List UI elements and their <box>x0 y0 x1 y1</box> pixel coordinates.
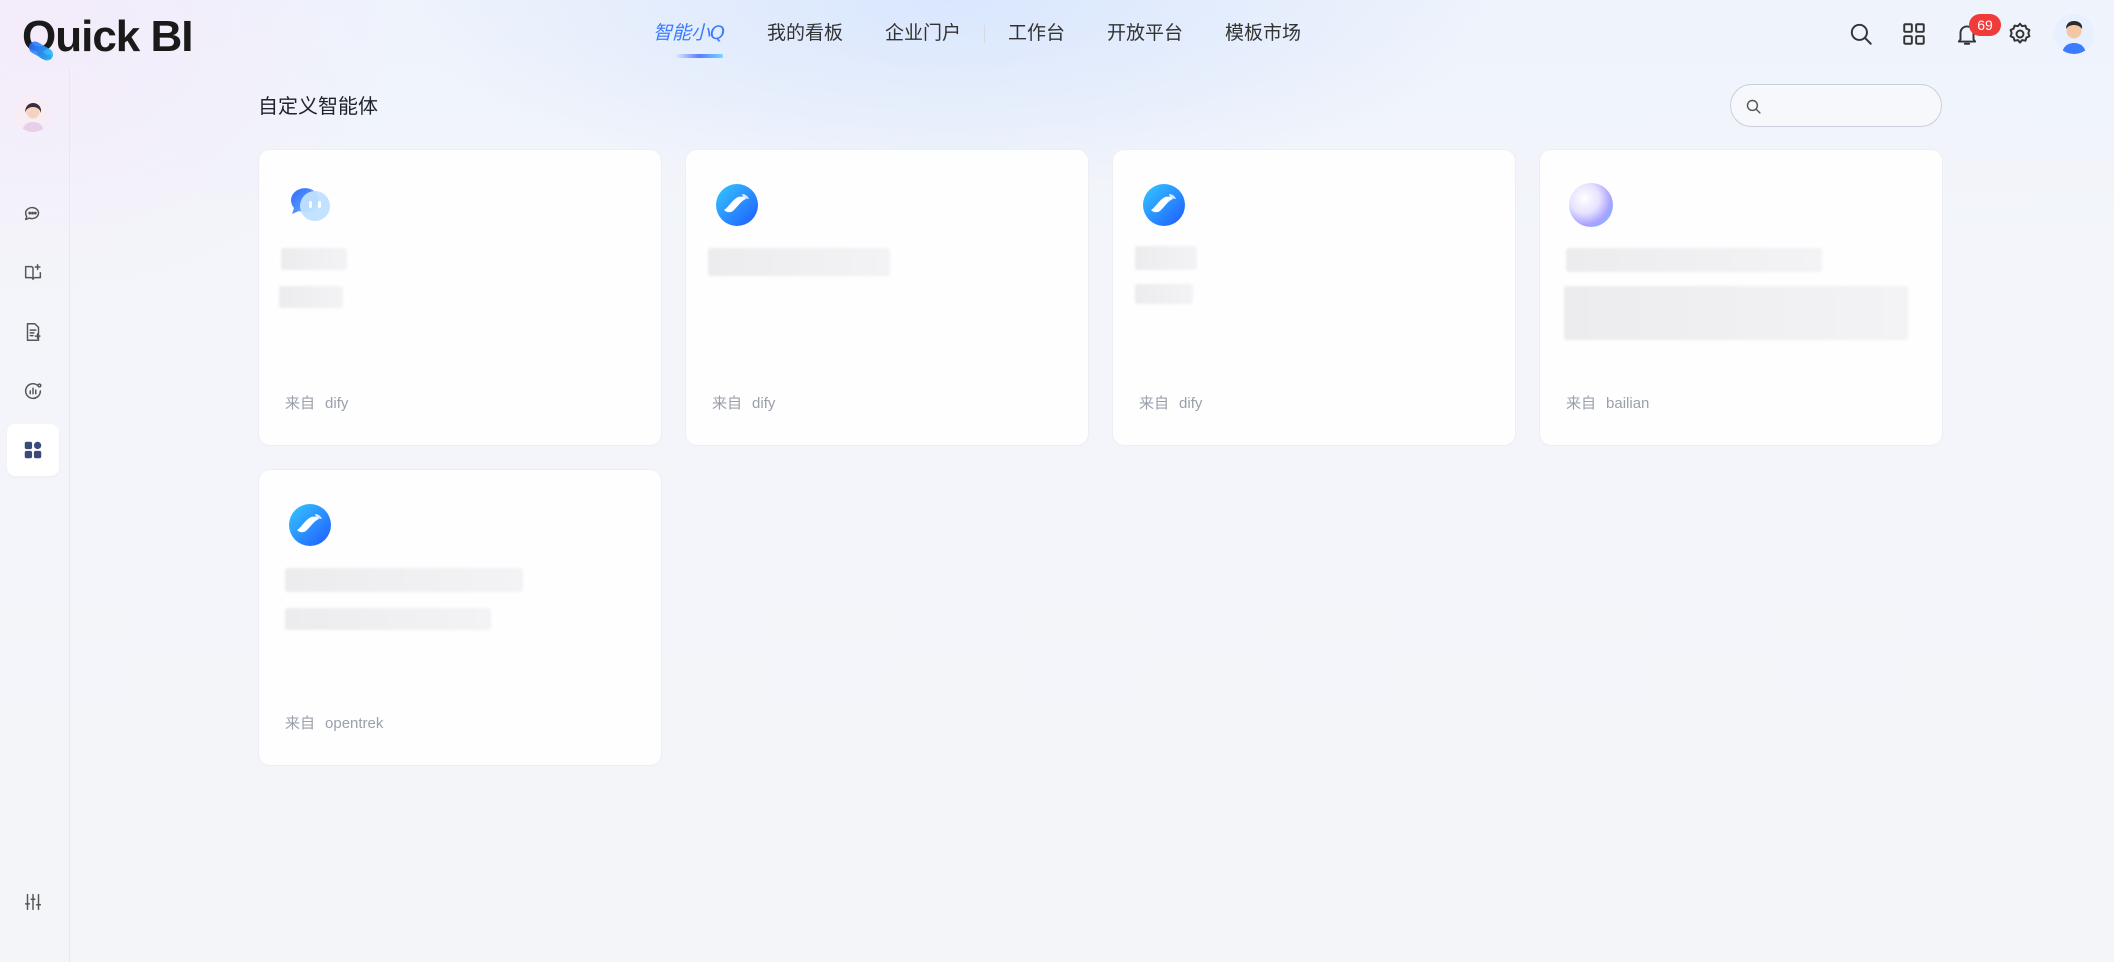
chat-bot-icon <box>285 180 335 230</box>
card-source: 来自 dify <box>1139 395 1203 412</box>
apps-grid-icon[interactable] <box>1896 16 1932 52</box>
sidebar-item-knowledge[interactable] <box>7 247 59 299</box>
card-source: 来自 opentrek <box>285 715 384 732</box>
report-icon <box>26 323 41 341</box>
bell-icon[interactable]: 69 <box>1949 14 2001 52</box>
top-right-icons: 69 <box>1826 14 2094 54</box>
sidebar-item-report[interactable] <box>7 306 59 358</box>
dify-sphere-icon <box>712 180 762 230</box>
book-spark-icon <box>24 264 42 281</box>
nav-item-smart-q[interactable]: 智能小Q <box>632 0 746 68</box>
data-agent-icon <box>25 382 42 400</box>
notification-count-badge: 69 <box>1969 14 2001 36</box>
card-source-name: dify <box>325 395 349 412</box>
sliders-icon <box>24 893 42 911</box>
user-avatar[interactable] <box>2054 14 2094 54</box>
nav-item-workbench[interactable]: 工作台 <box>987 0 1086 68</box>
card-source-name: opentrek <box>325 715 384 732</box>
nav-item-open-platform[interactable]: 开放平台 <box>1086 0 1204 68</box>
dify-sphere-icon <box>285 500 335 550</box>
bailian-orb-icon <box>1566 180 1616 230</box>
search-icon[interactable] <box>1843 16 1879 52</box>
agent-card[interactable]: 来自 bailian <box>1539 149 1943 446</box>
nav-item-enterprise-portal[interactable]: 企业门户 <box>864 0 982 68</box>
top-bar: Quick BI 智能小Q 我的看板 企业门户 工作台 开放平台 模板市场 69 <box>0 0 2114 68</box>
card-source: 来自 bailian <box>1566 395 1650 412</box>
nav-item-my-dashboard[interactable]: 我的看板 <box>746 0 864 68</box>
left-sidebar <box>0 68 70 962</box>
chat-bubbles-icon <box>24 206 40 221</box>
card-source-name: bailian <box>1606 395 1650 412</box>
grid-apps-icon <box>24 441 42 459</box>
nav-divider <box>984 25 985 43</box>
card-source-name: dify <box>752 395 776 412</box>
sidebar-item-agents[interactable] <box>7 424 59 476</box>
dify-sphere-icon <box>1139 180 1189 230</box>
sidebar-settings-sliders[interactable] <box>7 876 59 928</box>
main-nav: 智能小Q 我的看板 企业门户 工作台 开放平台 模板市场 <box>632 0 1322 68</box>
agent-card[interactable]: 来自 dify <box>685 149 1089 446</box>
search-icon <box>1746 99 1761 114</box>
sidebar-item-data-agent[interactable] <box>7 365 59 417</box>
assistant-avatar[interactable] <box>15 96 51 132</box>
agent-card[interactable]: 来自 dify <box>258 149 662 446</box>
agent-card[interactable]: 来自 dify <box>1112 149 1516 446</box>
card-source-name: dify <box>1179 395 1203 412</box>
nav-item-template-market[interactable]: 模板市场 <box>1204 0 1322 68</box>
sidebar-item-chat[interactable] <box>7 188 59 240</box>
card-source: 来自 dify <box>712 395 776 412</box>
agent-search-box[interactable] <box>1730 84 1942 127</box>
quick-bi-logo[interactable]: Quick BI <box>22 14 194 60</box>
gear-icon[interactable] <box>2002 16 2038 52</box>
agent-search-input[interactable] <box>1771 91 1931 121</box>
page-title: 自定义智能体 <box>258 94 378 118</box>
card-source: 来自 dify <box>285 395 349 412</box>
agent-card[interactable]: 来自 opentrek <box>258 469 662 766</box>
